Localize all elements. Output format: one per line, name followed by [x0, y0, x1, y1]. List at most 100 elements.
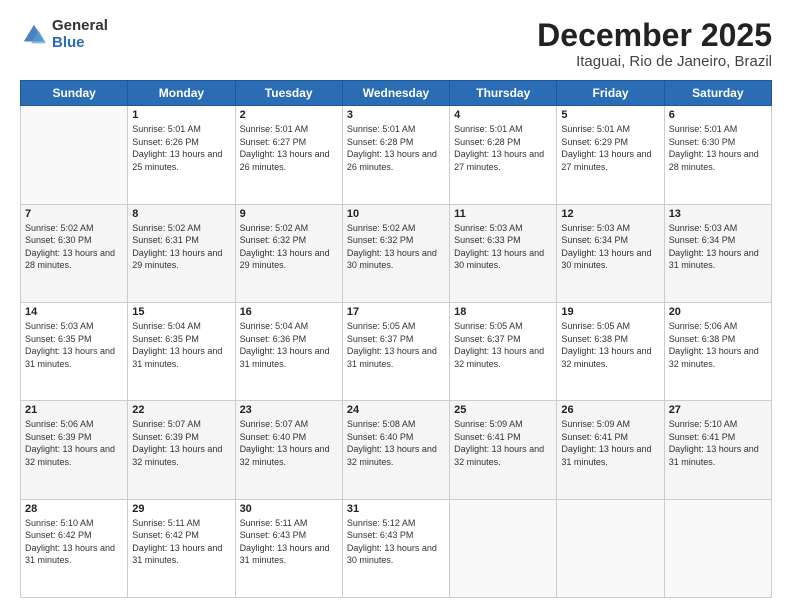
sunrise-text: Sunrise: 5:12 AM [347, 517, 445, 530]
calendar-table: Sunday Monday Tuesday Wednesday Thursday… [20, 80, 772, 598]
day-number: 7 [25, 208, 123, 220]
daylight-text: Daylight: 13 hours and 27 minutes. [561, 148, 659, 173]
day-info: Sunrise: 5:04 AM Sunset: 6:36 PM Dayligh… [240, 320, 338, 370]
daylight-text: Daylight: 13 hours and 31 minutes. [669, 247, 767, 272]
calendar-header-row: Sunday Monday Tuesday Wednesday Thursday… [21, 81, 772, 106]
daylight-text: Daylight: 13 hours and 32 minutes. [561, 345, 659, 370]
title-block: December 2025 Itaguai, Rio de Janeiro, B… [537, 18, 772, 70]
day-info: Sunrise: 5:03 AM Sunset: 6:35 PM Dayligh… [25, 320, 123, 370]
sunset-text: Sunset: 6:28 PM [347, 136, 445, 149]
sunset-text: Sunset: 6:30 PM [669, 136, 767, 149]
day-info: Sunrise: 5:10 AM Sunset: 6:41 PM Dayligh… [669, 418, 767, 468]
table-cell: 19 Sunrise: 5:05 AM Sunset: 6:38 PM Dayl… [557, 302, 664, 400]
table-cell: 16 Sunrise: 5:04 AM Sunset: 6:36 PM Dayl… [235, 302, 342, 400]
table-cell: 30 Sunrise: 5:11 AM Sunset: 6:43 PM Dayl… [235, 499, 342, 597]
table-cell: 4 Sunrise: 5:01 AM Sunset: 6:28 PM Dayli… [450, 106, 557, 204]
sunset-text: Sunset: 6:35 PM [25, 333, 123, 346]
daylight-text: Daylight: 13 hours and 32 minutes. [347, 443, 445, 468]
table-cell: 25 Sunrise: 5:09 AM Sunset: 6:41 PM Dayl… [450, 401, 557, 499]
day-info: Sunrise: 5:09 AM Sunset: 6:41 PM Dayligh… [561, 418, 659, 468]
day-info: Sunrise: 5:03 AM Sunset: 6:33 PM Dayligh… [454, 222, 552, 272]
day-number: 23 [240, 404, 338, 416]
day-number: 2 [240, 109, 338, 121]
table-cell [557, 499, 664, 597]
table-cell: 12 Sunrise: 5:03 AM Sunset: 6:34 PM Dayl… [557, 204, 664, 302]
sunrise-text: Sunrise: 5:01 AM [132, 123, 230, 136]
daylight-text: Daylight: 13 hours and 31 minutes. [132, 345, 230, 370]
day-number: 16 [240, 306, 338, 318]
calendar-row: 28 Sunrise: 5:10 AM Sunset: 6:42 PM Dayl… [21, 499, 772, 597]
table-cell [450, 499, 557, 597]
day-info: Sunrise: 5:07 AM Sunset: 6:39 PM Dayligh… [132, 418, 230, 468]
day-info: Sunrise: 5:01 AM Sunset: 6:28 PM Dayligh… [454, 123, 552, 173]
day-info: Sunrise: 5:01 AM Sunset: 6:29 PM Dayligh… [561, 123, 659, 173]
day-info: Sunrise: 5:01 AM Sunset: 6:30 PM Dayligh… [669, 123, 767, 173]
sunrise-text: Sunrise: 5:07 AM [240, 418, 338, 431]
table-cell: 9 Sunrise: 5:02 AM Sunset: 6:32 PM Dayli… [235, 204, 342, 302]
table-cell [21, 106, 128, 204]
daylight-text: Daylight: 13 hours and 25 minutes. [132, 148, 230, 173]
sunset-text: Sunset: 6:33 PM [454, 234, 552, 247]
location-title: Itaguai, Rio de Janeiro, Brazil [537, 53, 772, 70]
table-cell: 8 Sunrise: 5:02 AM Sunset: 6:31 PM Dayli… [128, 204, 235, 302]
day-number: 10 [347, 208, 445, 220]
table-cell: 31 Sunrise: 5:12 AM Sunset: 6:43 PM Dayl… [342, 499, 449, 597]
day-info: Sunrise: 5:01 AM Sunset: 6:26 PM Dayligh… [132, 123, 230, 173]
day-number: 13 [669, 208, 767, 220]
table-cell: 11 Sunrise: 5:03 AM Sunset: 6:33 PM Dayl… [450, 204, 557, 302]
day-info: Sunrise: 5:01 AM Sunset: 6:28 PM Dayligh… [347, 123, 445, 173]
daylight-text: Daylight: 13 hours and 31 minutes. [240, 542, 338, 567]
day-info: Sunrise: 5:06 AM Sunset: 6:39 PM Dayligh… [25, 418, 123, 468]
sunset-text: Sunset: 6:34 PM [561, 234, 659, 247]
day-number: 5 [561, 109, 659, 121]
sunrise-text: Sunrise: 5:05 AM [561, 320, 659, 333]
sunrise-text: Sunrise: 5:03 AM [669, 222, 767, 235]
daylight-text: Daylight: 13 hours and 32 minutes. [669, 345, 767, 370]
table-cell [664, 499, 771, 597]
daylight-text: Daylight: 13 hours and 29 minutes. [132, 247, 230, 272]
sunrise-text: Sunrise: 5:02 AM [132, 222, 230, 235]
sunrise-text: Sunrise: 5:10 AM [25, 517, 123, 530]
sunset-text: Sunset: 6:40 PM [240, 431, 338, 444]
daylight-text: Daylight: 13 hours and 30 minutes. [454, 247, 552, 272]
daylight-text: Daylight: 13 hours and 32 minutes. [25, 443, 123, 468]
sunrise-text: Sunrise: 5:04 AM [132, 320, 230, 333]
daylight-text: Daylight: 13 hours and 28 minutes. [669, 148, 767, 173]
sunrise-text: Sunrise: 5:03 AM [561, 222, 659, 235]
col-sunday: Sunday [21, 81, 128, 106]
table-cell: 5 Sunrise: 5:01 AM Sunset: 6:29 PM Dayli… [557, 106, 664, 204]
daylight-text: Daylight: 13 hours and 31 minutes. [561, 443, 659, 468]
daylight-text: Daylight: 13 hours and 31 minutes. [25, 345, 123, 370]
table-cell: 3 Sunrise: 5:01 AM Sunset: 6:28 PM Dayli… [342, 106, 449, 204]
logo-general-text: General [52, 18, 108, 35]
sunset-text: Sunset: 6:37 PM [454, 333, 552, 346]
sunrise-text: Sunrise: 5:09 AM [454, 418, 552, 431]
day-info: Sunrise: 5:04 AM Sunset: 6:35 PM Dayligh… [132, 320, 230, 370]
day-info: Sunrise: 5:05 AM Sunset: 6:37 PM Dayligh… [347, 320, 445, 370]
sunset-text: Sunset: 6:42 PM [132, 529, 230, 542]
col-saturday: Saturday [664, 81, 771, 106]
sunset-text: Sunset: 6:29 PM [561, 136, 659, 149]
daylight-text: Daylight: 13 hours and 27 minutes. [454, 148, 552, 173]
sunset-text: Sunset: 6:40 PM [347, 431, 445, 444]
daylight-text: Daylight: 13 hours and 31 minutes. [25, 542, 123, 567]
sunrise-text: Sunrise: 5:02 AM [347, 222, 445, 235]
sunrise-text: Sunrise: 5:02 AM [240, 222, 338, 235]
sunrise-text: Sunrise: 5:01 AM [669, 123, 767, 136]
day-number: 19 [561, 306, 659, 318]
day-info: Sunrise: 5:11 AM Sunset: 6:43 PM Dayligh… [240, 517, 338, 567]
calendar-row: 1 Sunrise: 5:01 AM Sunset: 6:26 PM Dayli… [21, 106, 772, 204]
sunset-text: Sunset: 6:39 PM [25, 431, 123, 444]
day-info: Sunrise: 5:10 AM Sunset: 6:42 PM Dayligh… [25, 517, 123, 567]
calendar-row: 14 Sunrise: 5:03 AM Sunset: 6:35 PM Dayl… [21, 302, 772, 400]
table-cell: 28 Sunrise: 5:10 AM Sunset: 6:42 PM Dayl… [21, 499, 128, 597]
daylight-text: Daylight: 13 hours and 30 minutes. [347, 247, 445, 272]
day-info: Sunrise: 5:02 AM Sunset: 6:30 PM Dayligh… [25, 222, 123, 272]
logo-icon [20, 21, 48, 49]
day-number: 20 [669, 306, 767, 318]
sunset-text: Sunset: 6:27 PM [240, 136, 338, 149]
daylight-text: Daylight: 13 hours and 32 minutes. [240, 443, 338, 468]
daylight-text: Daylight: 13 hours and 32 minutes. [454, 443, 552, 468]
sunrise-text: Sunrise: 5:05 AM [454, 320, 552, 333]
day-number: 29 [132, 503, 230, 515]
